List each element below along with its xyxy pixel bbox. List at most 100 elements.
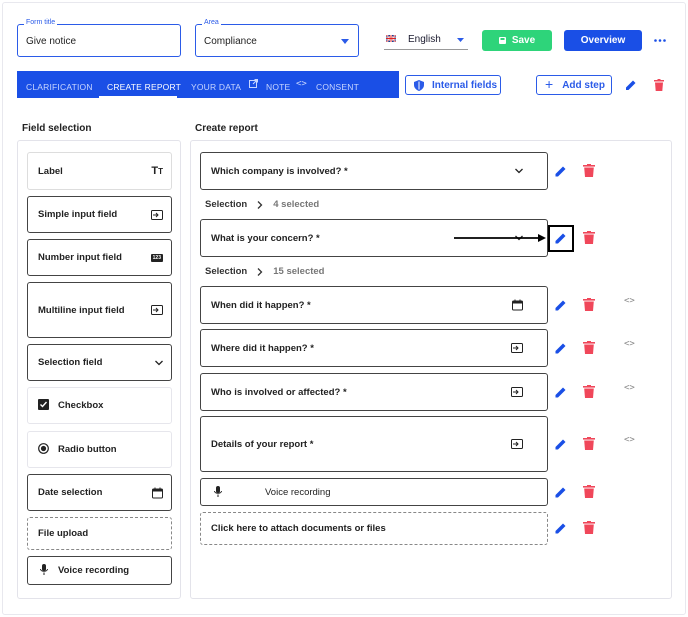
field-file-upload-text: File upload: [38, 528, 89, 539]
language-value: English: [408, 34, 441, 45]
question-when[interactable]: When did it happen? *: [200, 286, 548, 324]
input-icon: [151, 209, 163, 220]
question-file-upload-label: Click here to attach documents or files: [211, 523, 386, 534]
field-date-text: Date selection: [38, 487, 103, 498]
internal-fields-button[interactable]: Internal fields: [405, 75, 501, 95]
field-selection-text: Selection field: [38, 357, 103, 368]
input-icon: [511, 387, 523, 397]
overview-button[interactable]: Overview: [564, 30, 642, 51]
area-value: Compliance: [204, 36, 257, 47]
field-multiline-input[interactable]: Multiline input field: [27, 282, 172, 338]
chevron-right-icon: [257, 200, 263, 209]
field-selection[interactable]: Selection field: [27, 344, 172, 381]
flag-uk-icon: [386, 35, 396, 42]
selection-summary-company[interactable]: Selection 4 selected: [205, 199, 319, 210]
field-number-input[interactable]: Number input field 123: [27, 239, 172, 276]
delete-icon[interactable]: [583, 437, 595, 450]
save-label: Save: [511, 35, 536, 46]
field-multiline-input-text: Multiline input field: [38, 304, 125, 316]
create-report-panel: Which company is involved? * Selection 4…: [190, 140, 672, 599]
code-icon[interactable]: <>: [624, 435, 635, 445]
save-icon: [498, 37, 506, 44]
question-where[interactable]: Where did it happen? *: [200, 329, 548, 367]
delete-icon[interactable]: [583, 521, 595, 534]
code-icon[interactable]: <>: [624, 383, 635, 393]
field-simple-input[interactable]: Simple input field: [27, 196, 172, 233]
code-icon[interactable]: <>: [624, 296, 635, 306]
delete-icon[interactable]: [583, 385, 595, 398]
tab-your-data[interactable]: YOUR DATA: [191, 82, 241, 92]
field-voice-recording[interactable]: Voice recording: [27, 556, 172, 585]
selection-count: 4 selected: [273, 199, 320, 210]
input-icon: [511, 439, 523, 449]
language-select[interactable]: English: [384, 30, 468, 50]
selection-label: Selection: [205, 266, 248, 277]
form-title-field[interactable]: Form title Give notice: [17, 19, 181, 57]
field-file-upload[interactable]: File upload: [27, 517, 172, 550]
field-simple-input-text: Simple input field: [38, 209, 118, 220]
question-file-upload[interactable]: Click here to attach documents or files: [200, 512, 548, 545]
add-step-label: Add step: [562, 79, 605, 91]
tab-note[interactable]: NOTE: [266, 82, 290, 92]
question-company[interactable]: Which company is involved? *: [200, 152, 548, 190]
edit-icon[interactable]: [554, 298, 568, 312]
question-company-label: Which company is involved? *: [211, 165, 348, 177]
internal-fields-label: Internal fields: [432, 79, 498, 91]
chevron-right-icon: [257, 267, 263, 276]
edit-icon[interactable]: [554, 385, 568, 399]
add-step-button[interactable]: + Add step: [536, 75, 612, 95]
chevron-down-icon: [515, 168, 523, 174]
tab-create-report[interactable]: CREATE REPORT: [107, 82, 181, 92]
more-options-icon[interactable]: [654, 39, 666, 42]
field-label[interactable]: Label TT: [27, 152, 172, 190]
question-who[interactable]: Who is involved or affected? *: [200, 373, 548, 411]
calendar-icon: [152, 487, 163, 498]
edit-icon[interactable]: [554, 341, 568, 355]
area-select[interactable]: Area Compliance: [195, 19, 359, 57]
delete-icon[interactable]: [583, 164, 595, 177]
chevron-down-icon: [155, 360, 163, 365]
code-icon[interactable]: <>: [296, 79, 307, 89]
edit-icon[interactable]: [554, 231, 568, 245]
delete-step-icon[interactable]: [654, 79, 664, 91]
code-icon[interactable]: <>: [624, 339, 635, 349]
selection-label: Selection: [205, 199, 248, 210]
microphone-icon: [40, 564, 48, 575]
delete-icon[interactable]: [583, 485, 595, 498]
form-title-label: Form title: [24, 19, 58, 26]
edit-icon[interactable]: [554, 437, 568, 451]
delete-icon[interactable]: [583, 231, 595, 244]
dropdown-arrow-icon: [341, 39, 349, 44]
delete-icon[interactable]: [583, 341, 595, 354]
delete-icon[interactable]: [583, 298, 595, 311]
field-radio[interactable]: Radio button: [27, 431, 172, 468]
active-tab-indicator: [99, 96, 177, 98]
field-checkbox-text: Checkbox: [58, 400, 104, 411]
selection-summary-concern[interactable]: Selection 15 selected: [205, 266, 324, 277]
edit-step-icon[interactable]: [625, 79, 637, 91]
microphone-icon: [214, 486, 222, 497]
field-date[interactable]: Date selection: [27, 474, 172, 511]
field-voice-recording-text: Voice recording: [58, 565, 130, 576]
field-checkbox[interactable]: Checkbox: [27, 387, 172, 424]
selection-count: 15 selected: [273, 266, 325, 277]
field-radio-text: Radio button: [58, 444, 117, 455]
question-voice-recording[interactable]: Voice recording: [200, 478, 548, 506]
field-selection-title: Field selection: [22, 123, 92, 134]
edit-icon[interactable]: [554, 485, 568, 499]
tab-clarification[interactable]: CLARIFICATION: [26, 82, 93, 92]
question-details[interactable]: Details of your report *: [200, 416, 548, 472]
radio-icon: [38, 443, 49, 454]
save-button[interactable]: Save: [482, 30, 552, 51]
external-link-icon[interactable]: [249, 79, 258, 88]
question-details-label: Details of your report *: [211, 438, 314, 450]
create-report-title: Create report: [195, 123, 258, 134]
question-who-label: Who is involved or affected? *: [211, 386, 347, 398]
field-label-text: Label: [38, 165, 63, 177]
calendar-icon: [512, 299, 523, 311]
tab-consent[interactable]: CONSENT: [316, 82, 359, 92]
edit-icon[interactable]: [554, 164, 568, 178]
field-selection-panel: Label TT Simple input field Number input…: [17, 140, 181, 599]
edit-icon[interactable]: [554, 521, 568, 535]
plus-icon: +: [545, 76, 554, 92]
